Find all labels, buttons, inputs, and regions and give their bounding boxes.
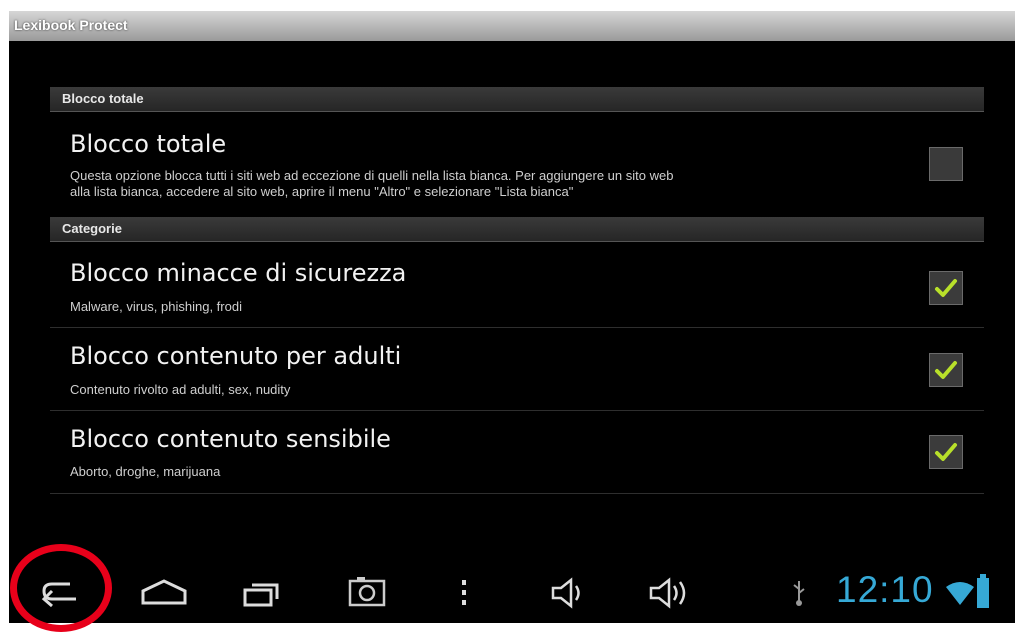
volume-up-icon[interactable] bbox=[647, 577, 693, 609]
device-screen: Lexibook Protect Blocco totale Blocco to… bbox=[9, 11, 1015, 623]
pref-sensitive-summary: Aborto, droghe, marijuana bbox=[70, 464, 221, 479]
highlight-circle bbox=[10, 544, 112, 632]
screenshot-icon[interactable] bbox=[347, 575, 387, 609]
section-header-categories-label: Categorie bbox=[62, 221, 122, 236]
pref-total-block-summary-line2: alla lista bianca, accedere al sito web,… bbox=[70, 184, 574, 199]
section-header-categories: Categorie bbox=[50, 217, 984, 242]
divider bbox=[50, 493, 984, 494]
total-block-checkbox[interactable] bbox=[929, 147, 963, 181]
menu-icon[interactable] bbox=[458, 578, 470, 608]
pref-total-block-title: Blocco totale bbox=[70, 130, 227, 158]
checkmark-icon bbox=[935, 279, 957, 297]
pref-adult-summary: Contenuto rivolto ad adulti, sex, nudity bbox=[70, 382, 291, 397]
checkmark-icon bbox=[935, 361, 957, 379]
home-icon[interactable] bbox=[139, 577, 189, 607]
pref-total-block[interactable]: Blocco totale Questa opzione blocca tutt… bbox=[50, 112, 984, 208]
pref-security-summary: Malware, virus, phishing, frodi bbox=[70, 299, 242, 314]
app-title: Lexibook Protect bbox=[14, 17, 128, 33]
pref-sensitive-title: Blocco contenuto sensibile bbox=[70, 425, 391, 453]
section-header-total: Blocco totale bbox=[50, 87, 984, 112]
pref-security-threats[interactable]: Blocco minacce di sicurezza Malware, vir… bbox=[50, 243, 984, 327]
section-header-total-label: Blocco totale bbox=[62, 91, 144, 106]
usb-icon bbox=[793, 581, 805, 606]
system-bar: 12:10 bbox=[9, 561, 1015, 623]
pref-adult-content[interactable]: Blocco contenuto per adulti Contenuto ri… bbox=[50, 328, 984, 410]
status-clock: 12:10 bbox=[836, 569, 934, 610]
security-checkbox[interactable] bbox=[929, 271, 963, 305]
wifi-icon bbox=[946, 582, 974, 605]
pref-total-block-summary-line1: Questa opzione blocca tutti i siti web a… bbox=[70, 168, 674, 183]
pref-sensitive-content[interactable]: Blocco contenuto sensibile Aborto, drogh… bbox=[50, 411, 984, 493]
sensitive-checkbox[interactable] bbox=[929, 435, 963, 469]
adult-checkbox[interactable] bbox=[929, 353, 963, 387]
title-bar: Lexibook Protect bbox=[9, 11, 1015, 41]
battery-icon bbox=[977, 574, 989, 608]
checkmark-icon bbox=[935, 443, 957, 461]
pref-security-title: Blocco minacce di sicurezza bbox=[70, 259, 407, 287]
recent-apps-icon[interactable] bbox=[242, 577, 282, 609]
pref-adult-title: Blocco contenuto per adulti bbox=[70, 342, 402, 370]
volume-down-icon[interactable] bbox=[549, 577, 589, 609]
